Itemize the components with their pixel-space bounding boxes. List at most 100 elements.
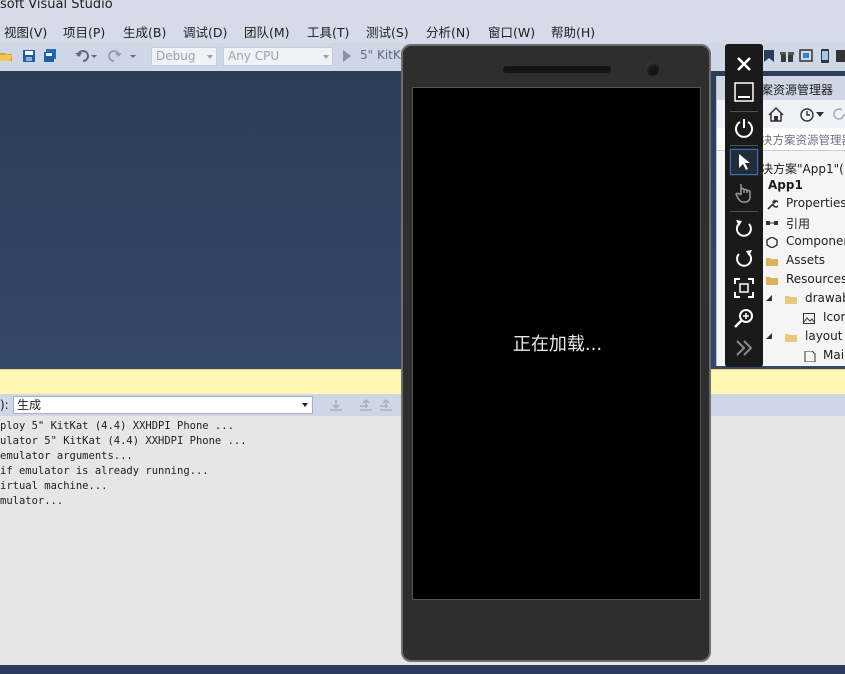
bookmark-icon[interactable] xyxy=(762,49,776,63)
tree-item-assets[interactable]: Assets xyxy=(786,253,825,267)
toolbar-divider xyxy=(730,145,758,146)
tree-item-resources[interactable]: Resources xyxy=(786,272,845,286)
power-icon[interactable] xyxy=(729,114,759,142)
image-icon xyxy=(803,313,815,324)
play-icon[interactable] xyxy=(342,50,352,62)
platform-combo[interactable]: Any CPU xyxy=(223,47,333,66)
status-bar xyxy=(0,665,845,674)
menu-bar: 视图(V) 项目(P) 生成(B) 调试(D) 团队(M) 工具(T) 测试(S… xyxy=(0,18,845,42)
tree-item-label: Icon xyxy=(823,310,845,324)
tree-item-components[interactable]: Componen xyxy=(786,234,845,248)
phone-device-icon[interactable] xyxy=(818,49,832,63)
menu-analyze[interactable]: 分析(N) xyxy=(426,22,470,41)
tree-item-references[interactable]: 引用 xyxy=(786,215,810,232)
tree-item-label: Mai xyxy=(823,348,845,362)
pointer-icon[interactable] xyxy=(729,148,759,176)
tablet-device-icon[interactable] xyxy=(836,49,845,63)
toolbar-divider xyxy=(730,211,758,212)
next-message-icon[interactable] xyxy=(378,398,394,412)
output-line: emulator arguments... xyxy=(0,450,133,462)
chevron-down-icon xyxy=(302,403,308,407)
device-icon[interactable] xyxy=(799,49,813,63)
save-icon[interactable] xyxy=(22,49,36,63)
more-tools-icon[interactable] xyxy=(729,334,759,362)
undo-icon[interactable] xyxy=(75,49,97,63)
tree-item-drawable[interactable]: drawab xyxy=(805,291,845,305)
folder-icon xyxy=(785,296,797,304)
output-line: if emulator is already running... xyxy=(0,465,209,477)
chevron-down-icon xyxy=(323,55,329,59)
tree-item-label: drawab xyxy=(805,291,845,305)
output-line: mulator... xyxy=(0,495,64,507)
rotate-left-icon[interactable] xyxy=(729,214,759,242)
expanded-arrow-icon[interactable] xyxy=(766,333,773,340)
output-source-label: ): xyxy=(0,398,9,412)
menu-build[interactable]: 生成(B) xyxy=(123,22,166,41)
menu-debug[interactable]: 调试(D) xyxy=(183,22,227,41)
output-line: ploy 5" KitKat (4.4) XXHDPI Phone ... xyxy=(0,420,234,432)
solution-explorer-search-placeholder: 决方案资源管理器 xyxy=(761,133,845,147)
menu-help[interactable]: 帮助(H) xyxy=(551,22,595,41)
toolbar-divider xyxy=(730,111,758,112)
menu-project[interactable]: 项目(P) xyxy=(63,22,105,41)
tree-item-icon-file[interactable]: Icon xyxy=(823,310,845,324)
zoom-icon[interactable] xyxy=(729,304,759,332)
find-message-icon[interactable] xyxy=(328,398,344,412)
tree-item-layout[interactable]: layout xyxy=(805,329,842,343)
refresh-icon[interactable] xyxy=(832,107,845,122)
output-source-value: 生成 xyxy=(17,398,42,412)
minimize-icon[interactable] xyxy=(729,78,759,106)
solution-config-value: Debug xyxy=(156,49,196,63)
emulator-screen[interactable]: 正在加载... xyxy=(412,87,701,600)
menu-team[interactable]: 团队(M) xyxy=(244,22,290,41)
menu-test[interactable]: 测试(S) xyxy=(366,22,409,41)
tree-item-main-file[interactable]: Mai xyxy=(823,348,844,362)
history-icon[interactable] xyxy=(799,107,815,122)
tree-item-label: layout xyxy=(805,329,843,343)
touch-icon[interactable] xyxy=(729,178,759,206)
tree-item-label: App1 xyxy=(768,178,803,192)
tree-item-label: Resources xyxy=(786,272,845,286)
home-icon[interactable] xyxy=(768,107,784,122)
output-line: ulator 5" KitKat (4.4) XXHDPI Phone ... xyxy=(0,435,247,447)
tree-item-label: 决方案"App1"( xyxy=(761,162,844,176)
camera-icon xyxy=(645,62,659,76)
folder-icon xyxy=(766,277,778,285)
phone-speaker xyxy=(503,66,611,73)
loading-text: 正在加载... xyxy=(512,334,603,355)
chevron-down-icon[interactable] xyxy=(816,112,824,118)
emulator-phone: 正在加载... xyxy=(401,44,711,662)
folder-icon xyxy=(785,334,797,342)
app-title: soft Visual Studio xyxy=(0,0,113,12)
prev-message-icon[interactable] xyxy=(358,398,374,412)
tree-item-properties[interactable]: Properties xyxy=(786,196,845,210)
tree-item-solution[interactable]: 决方案"App1"( xyxy=(761,160,844,177)
close-icon[interactable] xyxy=(729,50,759,78)
rotate-right-icon[interactable] xyxy=(729,244,759,272)
title-bar: soft Visual Studio xyxy=(0,0,845,16)
platform-value: Any CPU xyxy=(228,49,280,63)
tree-item-project[interactable]: App1 xyxy=(768,178,803,192)
output-line: irtual machine... xyxy=(0,480,108,492)
solution-explorer-title: 案资源管理器 xyxy=(761,83,834,97)
file-icon xyxy=(804,351,816,362)
menu-tools[interactable]: 工具(T) xyxy=(307,22,349,41)
tree-item-label: 引用 xyxy=(786,217,811,231)
fit-screen-icon[interactable] xyxy=(729,274,759,302)
tree-item-label: Assets xyxy=(786,253,826,267)
output-source-select[interactable]: 生成 xyxy=(13,396,313,414)
chevron-down-icon xyxy=(207,55,213,59)
wrench-icon xyxy=(767,199,778,210)
open-folder-icon[interactable] xyxy=(0,49,14,63)
menu-window[interactable]: 窗口(W) xyxy=(488,22,535,41)
run-target-button[interactable]: 5" KitK xyxy=(360,48,401,62)
references-icon xyxy=(766,221,778,225)
component-icon xyxy=(766,237,778,248)
expanded-arrow-icon[interactable] xyxy=(766,295,773,302)
folder-icon xyxy=(766,258,778,266)
gift-icon[interactable] xyxy=(780,49,794,63)
save-all-icon[interactable] xyxy=(43,49,57,63)
solution-config-combo[interactable]: Debug xyxy=(151,47,217,66)
redo-icon[interactable] xyxy=(108,49,138,63)
menu-view[interactable]: 视图(V) xyxy=(4,22,47,41)
